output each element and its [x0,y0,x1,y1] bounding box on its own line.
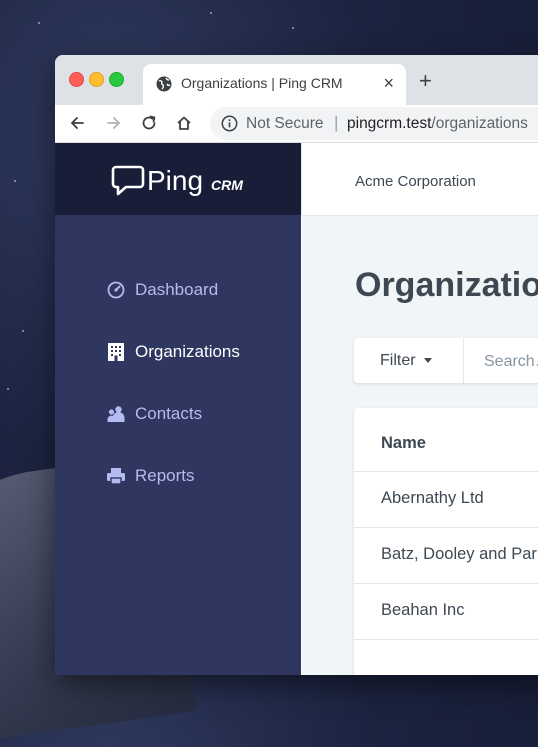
reload-icon [142,115,156,130]
printer-icon [107,467,125,485]
address-bar[interactable]: Not Secure | pingcrm.test/organizations [210,107,538,140]
tab-strip: Organizations | Ping CRM × + [55,55,538,105]
sidebar-header: Ping CRM [55,143,301,215]
table-cell-name: Abernathy Ltd [381,489,484,507]
globe-icon [156,76,172,92]
sidebar-item-label: Reports [135,466,195,485]
sidebar-item-dashboard[interactable]: Dashboard [107,277,218,303]
close-window-button[interactable] [69,72,84,87]
page-title: Organizations [355,266,538,304]
home-button[interactable] [172,111,196,135]
sidebar-item-label: Contacts [135,404,203,423]
logo-suffix: CRM [211,177,243,193]
sidebar-item-label: Dashboard [135,280,219,299]
search-filter-bar: Filter [354,338,538,385]
minimize-window-button[interactable] [89,72,104,87]
tab-close-button[interactable]: × [383,73,394,94]
speech-bubble-logo-icon: Ping CRM [111,165,243,196]
security-label: Not Secure [246,115,324,132]
table-cell-name: Beahan Inc [381,601,465,619]
sidebar-item-contacts[interactable]: Contacts [107,401,202,427]
url-path: /organizations [431,115,528,132]
new-tab-button[interactable]: + [419,68,432,94]
url-separator: | [334,113,339,132]
account-name: Acme Corporation [355,173,476,190]
organizations-table: Name Abernathy Ltd Batz, Dooley and Pari… [354,408,538,675]
home-icon [177,116,191,130]
sidebar-item-label: Organizations [135,342,240,361]
main-content: Organizations Filter Name Abernathy Ltd … [302,216,538,675]
arrow-right-icon [107,117,120,129]
sidebar-item-organizations[interactable]: Organizations [107,339,240,365]
top-bar: Acme Corporation [302,143,538,216]
arrow-left-icon [71,117,84,129]
app-logo[interactable]: Ping CRM [111,163,251,199]
info-icon[interactable] [221,115,238,132]
sidebar-item-reports[interactable]: Reports [107,463,195,489]
table-row[interactable]: Abernathy Ltd [354,471,538,528]
browser-tab[interactable]: Organizations | Ping CRM × [143,64,406,105]
forward-button[interactable] [102,111,126,135]
table-row[interactable] [354,639,538,675]
filter-label: Filter [380,351,416,369]
table-row[interactable]: Batz, Dooley and Parisian [354,527,538,584]
url-text: pingcrm.test/organizations [347,115,528,133]
search-input[interactable] [482,338,538,385]
dashboard-icon [107,281,125,299]
tab-title: Organizations | Ping CRM [181,75,343,91]
reload-button[interactable] [137,111,161,135]
logo-text: Ping [147,165,203,196]
column-header-name: Name [381,434,426,452]
table-row[interactable]: Beahan Inc [354,583,538,640]
building-icon [107,343,125,361]
browser-window: Organizations | Ping CRM × + Not Secure … [55,55,538,675]
users-icon [107,405,125,423]
table-cell-name: Batz, Dooley and Parisian [381,545,538,563]
zoom-window-button[interactable] [109,72,124,87]
filter-dropdown-button[interactable]: Filter [354,338,464,383]
url-host: pingcrm.test [347,115,432,132]
back-button[interactable] [65,111,89,135]
caret-down-icon [423,358,432,363]
browser-toolbar: Not Secure | pingcrm.test/organizations [55,105,538,143]
